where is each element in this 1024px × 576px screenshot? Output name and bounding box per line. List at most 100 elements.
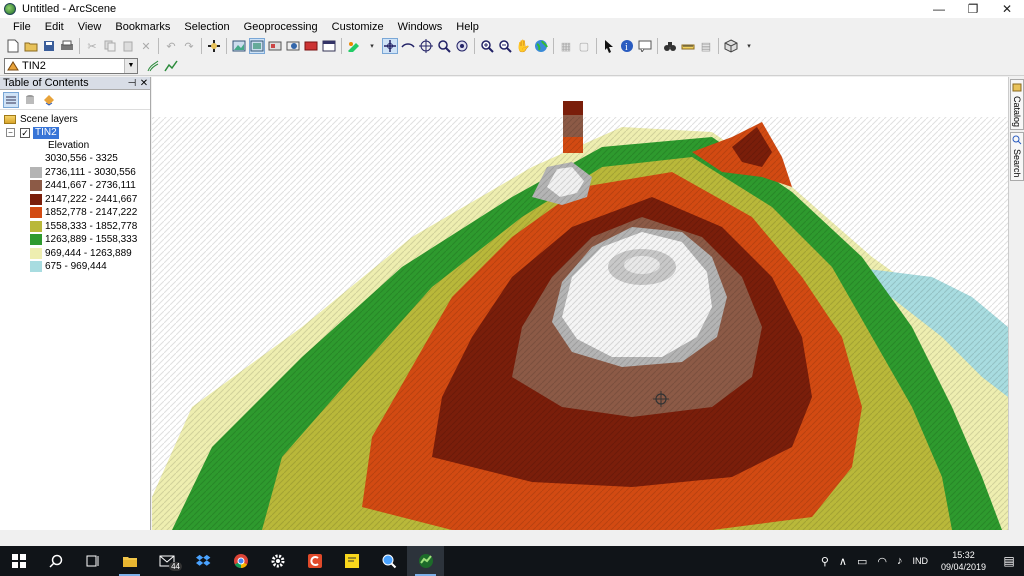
legend-item[interactable]: 3030,556 - 3325 bbox=[30, 152, 150, 166]
layer-visibility-checkbox[interactable]: ✓ bbox=[20, 127, 30, 138]
camtasia-icon[interactable] bbox=[296, 546, 333, 576]
target-center-icon[interactable] bbox=[418, 38, 434, 54]
legend-swatch[interactable] bbox=[30, 220, 42, 232]
input-language[interactable]: IND bbox=[907, 556, 933, 566]
view-full-extent-icon[interactable] bbox=[249, 38, 265, 54]
legend-item[interactable]: 2147,222 - 2441,667 bbox=[30, 193, 150, 207]
sticky-notes-icon[interactable] bbox=[333, 546, 370, 576]
legend-swatch[interactable] bbox=[30, 153, 42, 165]
animation-icon[interactable] bbox=[267, 38, 283, 54]
search-tab[interactable]: Search bbox=[1010, 132, 1024, 181]
legend-item[interactable]: 1263,889 - 1558,333 bbox=[30, 233, 150, 247]
legend-item[interactable]: 969,444 - 1263,889 bbox=[30, 247, 150, 261]
legend-swatch[interactable] bbox=[30, 234, 42, 246]
menu-customize[interactable]: Customize bbox=[325, 18, 391, 36]
toolbar-options-icon[interactable]: ▾ bbox=[741, 38, 757, 54]
menu-file[interactable]: File bbox=[6, 18, 38, 36]
network-icon[interactable]: ◠ bbox=[872, 555, 892, 568]
line-of-sight-icon[interactable] bbox=[163, 58, 179, 74]
legend-item[interactable]: 2441,667 - 2736,111 bbox=[30, 179, 150, 193]
layer-dropdown[interactable]: TIN2 ▼ bbox=[4, 57, 138, 74]
layer-icon[interactable] bbox=[303, 38, 319, 54]
show-hidden-icons-chevron-icon[interactable]: ∧ bbox=[834, 555, 852, 568]
collapse-icon[interactable]: − bbox=[6, 128, 15, 137]
contour-tool-icon[interactable] bbox=[145, 58, 161, 74]
legend-item[interactable]: 2736,111 - 3030,556 bbox=[30, 166, 150, 180]
scene-viewport[interactable] bbox=[152, 77, 1008, 530]
table-icon[interactable]: ▤ bbox=[698, 38, 714, 54]
tin-layer-node[interactable]: − ✓ TIN2 bbox=[0, 126, 150, 139]
undo-icon[interactable]: ↶ bbox=[163, 38, 179, 54]
paste-icon[interactable] bbox=[120, 38, 136, 54]
catalog-tab[interactable]: Catalog bbox=[1010, 79, 1024, 131]
copy-icon[interactable] bbox=[102, 38, 118, 54]
legend-swatch[interactable] bbox=[30, 261, 42, 273]
list-by-source-icon[interactable] bbox=[22, 92, 38, 108]
dropdown-arrow-icon[interactable]: ▾ bbox=[364, 38, 380, 54]
arcscene-taskbar-icon[interactable] bbox=[407, 546, 444, 576]
layer-name[interactable]: TIN2 bbox=[33, 126, 59, 139]
arctoolbox-icon[interactable] bbox=[723, 38, 739, 54]
menu-selection[interactable]: Selection bbox=[177, 18, 236, 36]
scene-properties-icon[interactable] bbox=[231, 38, 247, 54]
menu-help[interactable]: Help bbox=[449, 18, 486, 36]
dropbox-icon[interactable] bbox=[185, 546, 222, 576]
delete-icon[interactable]: ✕ bbox=[138, 38, 154, 54]
list-by-visibility-icon[interactable] bbox=[41, 92, 57, 108]
full-extent-globe-icon[interactable] bbox=[533, 38, 549, 54]
file-explorer-icon[interactable] bbox=[111, 546, 148, 576]
zoom-out-icon[interactable] bbox=[497, 38, 513, 54]
window-icon[interactable] bbox=[321, 38, 337, 54]
new-document-icon[interactable] bbox=[5, 38, 21, 54]
select-features-icon[interactable]: ▦ bbox=[558, 38, 574, 54]
pan-hand-icon[interactable]: ✋ bbox=[515, 38, 531, 54]
menu-view[interactable]: View bbox=[71, 18, 109, 36]
legend-swatch[interactable] bbox=[30, 207, 42, 219]
toc-close-icon[interactable]: ✕ bbox=[138, 78, 150, 89]
menu-windows[interactable]: Windows bbox=[391, 18, 450, 36]
battery-icon[interactable]: ▭ bbox=[852, 555, 872, 568]
mail-icon[interactable]: 44 bbox=[148, 546, 185, 576]
legend-swatch[interactable] bbox=[30, 193, 42, 205]
add-data-icon[interactable] bbox=[206, 38, 222, 54]
3d-effects-icon[interactable] bbox=[285, 38, 301, 54]
volume-icon[interactable]: ♪ bbox=[892, 555, 908, 567]
find-binoculars-icon[interactable] bbox=[662, 38, 678, 54]
select-elements-arrow-icon[interactable] bbox=[601, 38, 617, 54]
settings-gear-icon[interactable] bbox=[259, 546, 296, 576]
editor-icon[interactable] bbox=[346, 38, 362, 54]
zoom-to-target-icon[interactable] bbox=[436, 38, 452, 54]
print-icon[interactable] bbox=[59, 38, 75, 54]
maximize-button[interactable]: ❐ bbox=[956, 0, 990, 18]
legend-item[interactable]: 675 - 969,444 bbox=[30, 260, 150, 274]
menu-edit[interactable]: Edit bbox=[38, 18, 71, 36]
scene-layers-node[interactable]: Scene layers bbox=[0, 113, 150, 126]
legend-item[interactable]: 1852,778 - 2147,222 bbox=[30, 206, 150, 220]
menu-bookmarks[interactable]: Bookmarks bbox=[108, 18, 177, 36]
people-icon[interactable]: ⚲ bbox=[816, 555, 834, 568]
action-center-icon[interactable]: ▤ bbox=[994, 554, 1024, 568]
legend-item[interactable]: 1558,333 - 1852,778 bbox=[30, 220, 150, 234]
navigate-tool-icon[interactable] bbox=[382, 38, 398, 54]
clear-selection-icon[interactable]: ▢ bbox=[576, 38, 592, 54]
html-popup-icon[interactable] bbox=[637, 38, 653, 54]
chrome-icon[interactable] bbox=[222, 546, 259, 576]
legend-swatch[interactable] bbox=[30, 166, 42, 178]
start-windows-icon[interactable] bbox=[0, 546, 37, 576]
identify-icon[interactable]: i bbox=[619, 38, 635, 54]
clock[interactable]: 15:32 09/04/2019 bbox=[933, 549, 994, 573]
minimize-button[interactable]: — bbox=[922, 0, 956, 18]
task-view-icon[interactable] bbox=[74, 546, 111, 576]
magnifier-app-icon[interactable] bbox=[370, 546, 407, 576]
save-icon[interactable] bbox=[41, 38, 57, 54]
redo-icon[interactable]: ↷ bbox=[181, 38, 197, 54]
measure-icon[interactable] bbox=[680, 38, 696, 54]
menu-geoprocessing[interactable]: Geoprocessing bbox=[237, 18, 325, 36]
legend-swatch[interactable] bbox=[30, 180, 42, 192]
pin-icon[interactable]: ⊣ bbox=[126, 78, 138, 89]
search-taskbar-icon[interactable] bbox=[37, 546, 74, 576]
legend-swatch[interactable] bbox=[30, 247, 42, 259]
cut-icon[interactable]: ✂ bbox=[84, 38, 100, 54]
set-observer-icon[interactable] bbox=[454, 38, 470, 54]
fly-tool-icon[interactable] bbox=[400, 38, 416, 54]
